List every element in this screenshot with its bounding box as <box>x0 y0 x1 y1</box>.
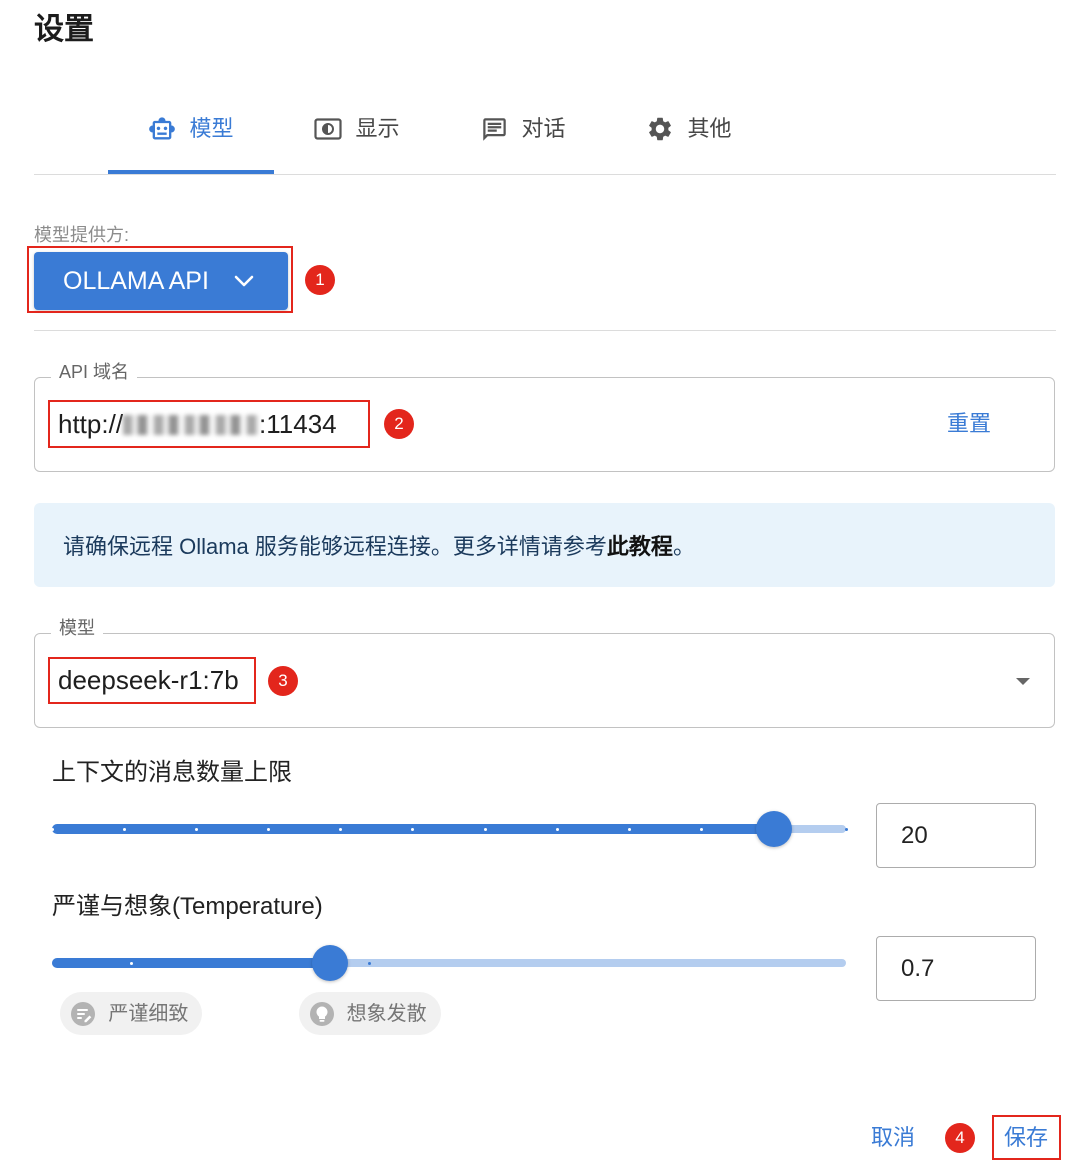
info-alert: 请确保远程 Ollama 服务能够远程连接。更多详情请参考 此教程。 <box>34 503 1055 587</box>
tutorial-link[interactable]: 此教程 <box>607 529 673 561</box>
chip-label: 想象发散 <box>346 1002 427 1025</box>
tab-other[interactable]: 其他 <box>606 94 772 174</box>
page-title: 设置 <box>34 13 94 46</box>
slider-thumb[interactable] <box>311 945 348 981</box>
context-limit-label: 上下文的消息数量上限 <box>52 759 292 786</box>
tab-model[interactable]: 模型 <box>108 94 274 174</box>
slider-tick <box>844 827 848 831</box>
slider-tick <box>129 961 133 965</box>
robot-icon <box>148 115 176 143</box>
tabs-divider <box>34 174 1056 175</box>
temperature-slider[interactable] <box>52 943 846 983</box>
context-limit-input[interactable] <box>876 803 1036 868</box>
gear-icon <box>646 115 674 143</box>
slider-tick <box>50 827 54 831</box>
display-icon <box>314 115 343 143</box>
cancel-button[interactable]: 取消 <box>871 1125 915 1151</box>
settings-tabs: 模型 显示 对话 其他 <box>108 94 772 174</box>
temperature-mark-labels: 严谨细致 想象发散 <box>52 992 846 1035</box>
annotation-badge-provider: 1 <box>305 265 335 295</box>
tab-display[interactable]: 显示 <box>274 94 440 174</box>
slider-tick <box>339 827 343 831</box>
slider-tick <box>368 961 372 965</box>
annotation-badge-save: 4 <box>945 1123 975 1153</box>
slider-tick <box>483 827 487 831</box>
tab-label: 显示 <box>355 116 400 141</box>
info-text-end: 。 <box>672 534 695 559</box>
slider-tick <box>555 827 559 831</box>
info-text: 请确保远程 Ollama 服务能够远程连接。更多详情请参考 <box>63 534 607 559</box>
annotation-badge-api-host: 2 <box>384 409 414 439</box>
creative-chip[interactable]: 想象发散 <box>298 992 441 1035</box>
slider-tick <box>627 827 631 831</box>
annotation-box-provider <box>27 246 293 313</box>
tab-label: 模型 <box>189 116 234 141</box>
provider-label: 模型提供方: <box>34 225 130 245</box>
lightbulb-icon <box>309 1001 335 1027</box>
context-limit-slider[interactable] <box>50 809 848 849</box>
slider-tick <box>122 827 126 831</box>
api-host-legend: API 域名 <box>51 361 138 383</box>
section-divider <box>34 330 1056 331</box>
slider-thumb[interactable] <box>755 811 792 847</box>
tab-label: 对话 <box>521 116 566 141</box>
temperature-input[interactable] <box>876 936 1036 1001</box>
slider-track[interactable] <box>52 958 330 968</box>
slider-tick <box>267 827 271 831</box>
temperature-label: 严谨与想象(Temperature) <box>52 893 323 920</box>
annotation-box-api-host <box>48 400 370 448</box>
annotation-box-save <box>992 1115 1061 1160</box>
slider-tick <box>194 827 198 831</box>
reset-button[interactable]: 重置 <box>947 411 991 437</box>
dropdown-arrow-icon[interactable] <box>1016 678 1030 685</box>
tab-chat[interactable]: 对话 <box>440 94 606 174</box>
slider-tick <box>700 827 704 831</box>
chip-label: 严谨细致 <box>108 1002 189 1025</box>
annotation-badge-model: 3 <box>268 666 298 696</box>
precise-chip[interactable]: 严谨细致 <box>60 992 203 1035</box>
precise-icon <box>70 1001 96 1027</box>
annotation-box-model <box>48 657 256 704</box>
model-legend: 模型 <box>51 617 103 639</box>
tab-label: 其他 <box>687 116 732 141</box>
chat-icon <box>480 115 508 143</box>
